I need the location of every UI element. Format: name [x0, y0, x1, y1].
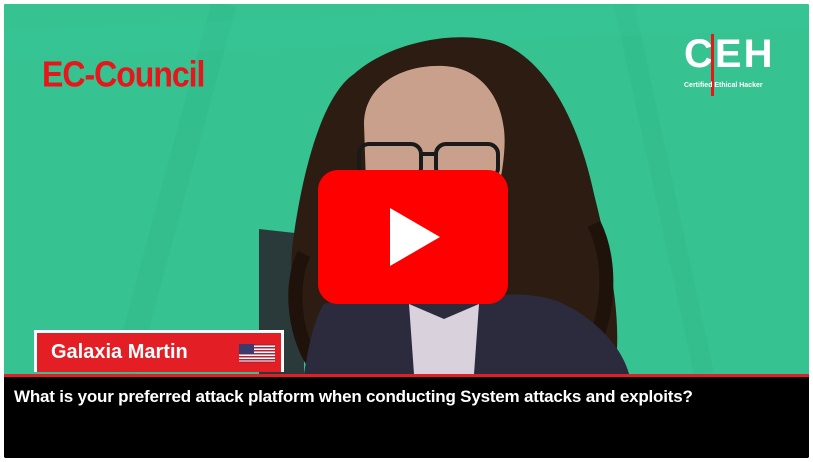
- video-area[interactable]: EC-Council CEH Certified Ethical Hacker …: [4, 4, 809, 374]
- caption-text: What is your preferred attack platform w…: [14, 387, 693, 406]
- us-flag-icon: [239, 344, 275, 363]
- caption-bar: What is your preferred attack platform w…: [4, 377, 809, 458]
- ec-council-logo: EC-Council: [42, 54, 205, 95]
- youtube-play-icon[interactable]: [318, 170, 508, 304]
- ceh-logo-letters: CEH: [684, 32, 775, 76]
- video-frame[interactable]: EC-Council CEH Certified Ethical Hacker …: [4, 4, 809, 458]
- speaker-name: Galaxia Martin: [51, 341, 188, 363]
- speaker-name-tag: Galaxia Martin: [34, 330, 284, 372]
- ceh-logo: CEH Certified Ethical Hacker: [684, 32, 774, 102]
- ceh-logo-subtitle: Certified Ethical Hacker: [684, 82, 763, 89]
